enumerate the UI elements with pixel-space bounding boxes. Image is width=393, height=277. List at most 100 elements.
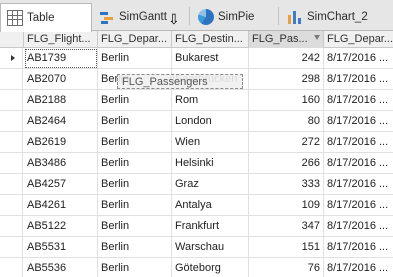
- row-indicator[interactable]: [0, 174, 23, 195]
- cell-departure[interactable]: Berlin: [98, 132, 172, 153]
- cell-flight[interactable]: AB5531: [24, 237, 98, 258]
- row-indicator[interactable]: [0, 195, 23, 216]
- column-header-destination[interactable]: FLG_Destin...: [172, 31, 249, 48]
- cell-passengers[interactable]: 80: [249, 111, 324, 132]
- tab-simchart-2[interactable]: SimChart_2: [281, 3, 393, 31]
- cell-departure-time[interactable]: 8/17/2016 ...: [324, 153, 393, 174]
- cell-departure[interactable]: Berlin: [98, 258, 172, 277]
- row-indicator[interactable]: [0, 153, 23, 174]
- row-indicator[interactable]: [0, 237, 23, 258]
- cell-destination[interactable]: Graz: [172, 174, 249, 195]
- table-row[interactable]: AB2619 Berlin Wien 272 8/17/2016 ...: [0, 132, 393, 153]
- cell-flight[interactable]: AB4261: [24, 195, 98, 216]
- cell-flight[interactable]: AB2619: [24, 132, 98, 153]
- cell-flight[interactable]: AB2464: [24, 111, 98, 132]
- cell-departure-time[interactable]: 8/17/2016 ...: [324, 216, 393, 237]
- row-indicator[interactable]: [0, 90, 23, 111]
- row-indicator[interactable]: [0, 258, 23, 277]
- cell-passengers[interactable]: 160: [249, 90, 324, 111]
- cell-departure[interactable]: Berlin: [98, 48, 172, 69]
- cell-departure-time[interactable]: 8/17/2016 ...: [324, 195, 393, 216]
- cell-departure[interactable]: Berlin: [98, 237, 172, 258]
- cell-flight[interactable]: AB2070: [24, 69, 98, 90]
- cell-destination[interactable]: Helsinki: [172, 153, 249, 174]
- cell-destination[interactable]: Warschau: [172, 237, 249, 258]
- table-row[interactable]: AB4257 Berlin Graz 333 8/17/2016 ...: [0, 174, 393, 195]
- table-row[interactable]: AB3486 Berlin Helsinki 266 8/17/2016 ...: [0, 153, 393, 174]
- column-header-row: FLG_Flight... FLG_Depar... FLG_Destin...…: [0, 31, 393, 48]
- column-header-label: FLG_Pas...: [252, 33, 308, 45]
- tab-divider: [278, 7, 279, 25]
- column-header-flight[interactable]: FLG_Flight...: [24, 31, 98, 48]
- column-drag-ghost: FLG_Passengers: [117, 74, 243, 89]
- cell-departure-time[interactable]: 8/17/2016 ...: [324, 132, 393, 153]
- cell-flight[interactable]: AB5536: [24, 258, 98, 277]
- cell-destination[interactable]: London: [172, 111, 249, 132]
- cell-passengers[interactable]: 76: [249, 258, 324, 277]
- table-row[interactable]: AB4261 Berlin Antalya 109 8/17/2016 ...: [0, 195, 393, 216]
- table-row[interactable]: AB5122 Berlin Frankfurt 347 8/17/2016 ...: [0, 216, 393, 237]
- cell-departure-time[interactable]: 8/17/2016 ...: [324, 69, 393, 90]
- row-indicator[interactable]: [0, 216, 23, 237]
- table-row[interactable]: AB5536 Berlin Göteborg 76 8/17/2016 ...: [0, 258, 393, 277]
- cell-destination[interactable]: Göteborg: [172, 258, 249, 277]
- cell-passengers[interactable]: 109: [249, 195, 324, 216]
- tab-label: SimPie: [218, 11, 255, 23]
- table-row[interactable]: AB2188 Berlin Rom 160 8/17/2016 ...: [0, 90, 393, 111]
- column-header-departure-time[interactable]: FLG_Depar...: [324, 31, 393, 48]
- cell-departure[interactable]: Berlin: [98, 90, 172, 111]
- cell-destination[interactable]: Bukarest: [172, 48, 249, 69]
- table-row[interactable]: AB1739 Berlin Bukarest 242 8/17/2016 ...: [0, 48, 393, 69]
- cell-flight[interactable]: AB2188: [24, 90, 98, 111]
- tab-divider: [189, 7, 190, 25]
- tab-label: SimGantt: [119, 11, 167, 23]
- column-header-passengers[interactable]: FLG_Pas...: [249, 31, 324, 48]
- data-grid: FLG_Flight... FLG_Depar... FLG_Destin...…: [0, 31, 393, 277]
- row-indicator[interactable]: [0, 69, 23, 90]
- cell-passengers[interactable]: 347: [249, 216, 324, 237]
- row-indicator[interactable]: [0, 111, 23, 132]
- cell-passengers[interactable]: 298: [249, 69, 324, 90]
- cell-destination[interactable]: Antalya: [172, 195, 249, 216]
- cell-departure[interactable]: Berlin: [98, 111, 172, 132]
- table-row[interactable]: AB2464 Berlin London 80 8/17/2016 ...: [0, 111, 393, 132]
- cell-departure-time[interactable]: 8/17/2016 ...: [324, 111, 393, 132]
- cell-destination[interactable]: Frankfurt: [172, 216, 249, 237]
- row-indicator[interactable]: [0, 132, 23, 153]
- cell-flight[interactable]: AB3486: [24, 153, 98, 174]
- cell-departure[interactable]: Berlin: [98, 174, 172, 195]
- column-header-departure[interactable]: FLG_Depar...: [98, 31, 172, 48]
- pie-chart-icon: [198, 9, 214, 25]
- cell-departure-time[interactable]: 8/17/2016 ...: [324, 258, 393, 277]
- cell-departure-time[interactable]: 8/17/2016 ...: [324, 174, 393, 195]
- cell-flight[interactable]: AB5122: [24, 216, 98, 237]
- current-row-arrow-icon: [11, 55, 15, 61]
- row-indicator[interactable]: [0, 48, 23, 69]
- cell-passengers[interactable]: 272: [249, 132, 324, 153]
- filter-icon[interactable]: [314, 35, 320, 40]
- cell-passengers[interactable]: 333: [249, 174, 324, 195]
- tab-simpie[interactable]: SimPie: [192, 3, 276, 31]
- cell-departure[interactable]: Berlin: [98, 153, 172, 174]
- cell-departure-time[interactable]: 8/17/2016 ...: [324, 90, 393, 111]
- cell-departure-time[interactable]: 8/17/2016 ...: [324, 48, 393, 69]
- tab-table[interactable]: Table: [0, 3, 92, 32]
- cell-departure[interactable]: Berlin: [98, 195, 172, 216]
- cell-departure-time[interactable]: 8/17/2016 ...: [324, 237, 393, 258]
- bar-chart-icon: [287, 9, 303, 25]
- gantt-chart-icon: [99, 9, 115, 25]
- cell-flight[interactable]: AB4257: [24, 174, 98, 195]
- table-row[interactable]: AB5531 Berlin Warschau 151 8/17/2016 ...: [0, 237, 393, 258]
- table-icon: [7, 10, 23, 26]
- cell-departure[interactable]: Berlin: [98, 216, 172, 237]
- cell-passengers[interactable]: 151: [249, 237, 324, 258]
- tab-label: Table: [27, 12, 55, 24]
- cell-flight[interactable]: AB1739: [24, 48, 98, 69]
- cell-passengers[interactable]: 242: [249, 48, 324, 69]
- cell-passengers[interactable]: 266: [249, 153, 324, 174]
- drag-cursor-icon: ⇩: [168, 11, 180, 27]
- cell-destination[interactable]: Wien: [172, 132, 249, 153]
- document-tab-strip: Table SimGantt SimPie SimChart_2 ⇩: [0, 0, 393, 32]
- row-indicator-header: [0, 31, 24, 48]
- cell-destination[interactable]: Rom: [172, 90, 249, 111]
